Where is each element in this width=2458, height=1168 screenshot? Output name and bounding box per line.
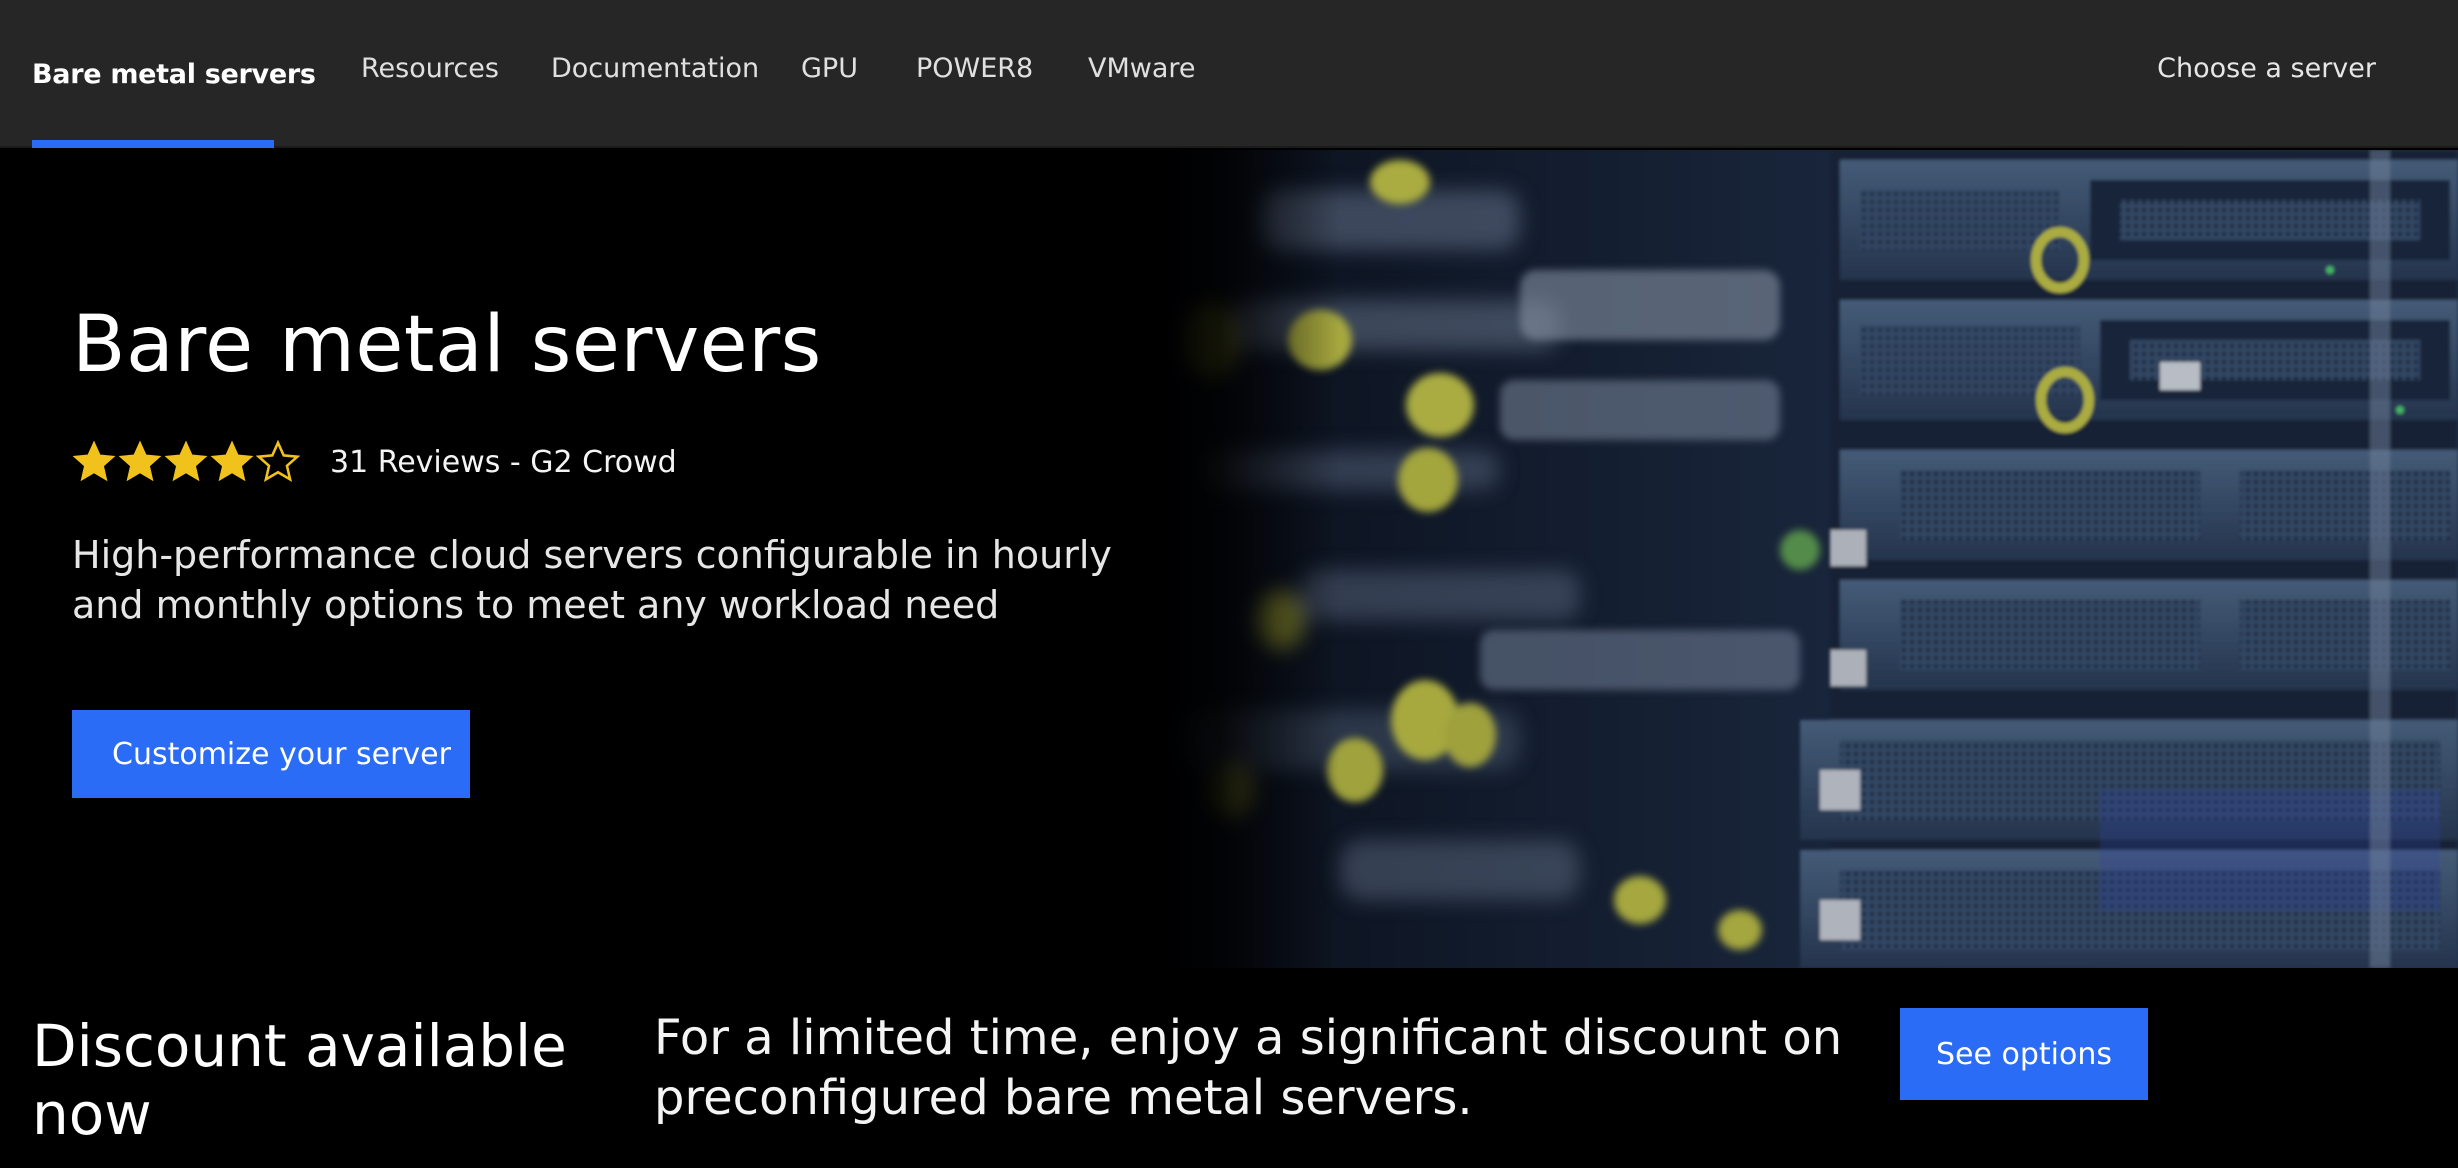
page-title: Bare metal servers [72,300,822,390]
star-empty-icon [256,440,300,483]
choose-server-link[interactable]: Choose a server [2157,0,2376,136]
nav-item-power8[interactable]: POWER8 [916,0,1033,136]
server-rack-image [1140,150,2458,968]
discount-banner: Discount available now For a limited tim… [0,968,2458,1168]
nav-item-resources[interactable]: Resources [361,0,499,136]
hero-description: High-performance cloud servers configura… [72,533,1112,627]
star-filled-icon [118,440,162,482]
nav-item-gpu[interactable]: GPU [801,0,858,136]
hero-section: Bare metal servers 31 Reviews - G2 Crowd… [0,150,2458,968]
reviews-text[interactable]: 31 Reviews - G2 Crowd [330,445,677,480]
star-filled-icon [210,440,254,482]
top-navigation: Bare metal servers Resources Documentati… [0,0,2458,148]
star-filled-icon [72,440,116,482]
discount-title: Discount available now [32,1012,567,1148]
star-rating [72,440,300,484]
star-filled-icon [164,440,208,482]
rating-row: 31 Reviews - G2 Crowd [72,435,677,489]
nav-item-documentation[interactable]: Documentation [551,0,759,136]
customize-server-button[interactable]: Customize your server [72,710,470,798]
discount-description: For a limited time, enjoy a significant … [654,1010,1843,1126]
see-options-button[interactable]: See options [1900,1008,2148,1100]
nav-item-vmware[interactable]: VMware [1088,0,1196,136]
nav-brand-bare-metal-servers[interactable]: Bare metal servers [32,0,316,148]
